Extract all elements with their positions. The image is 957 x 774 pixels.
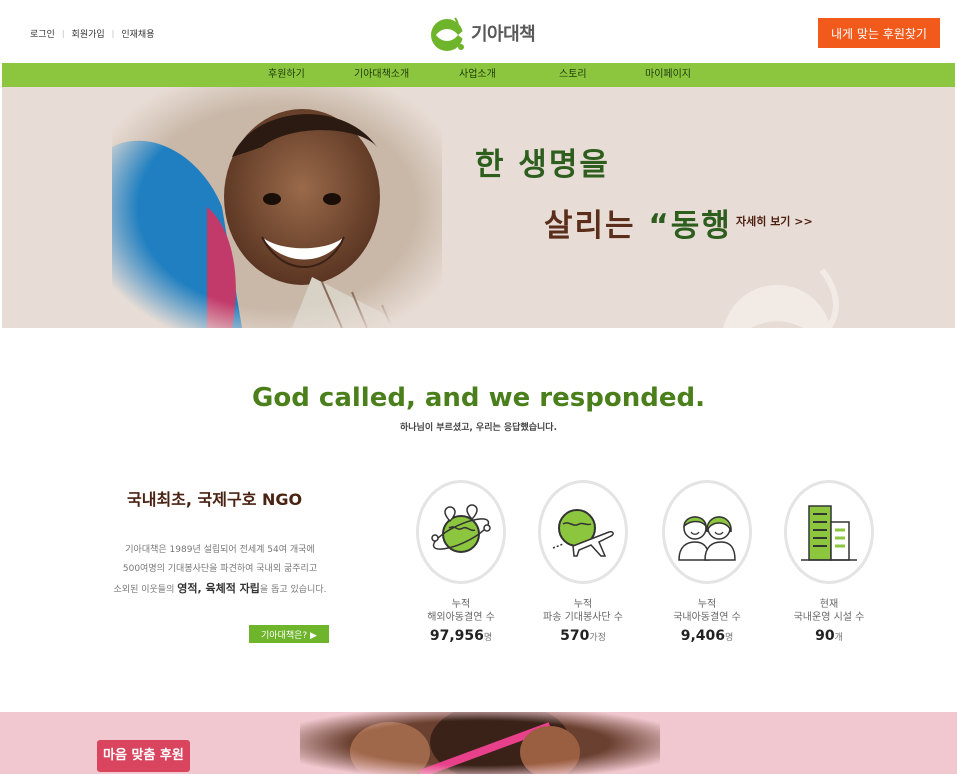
children-icon — [678, 516, 736, 561]
about-desc-text: 소외된 이웃들의 — [113, 585, 175, 595]
buildings-icon — [801, 505, 857, 561]
stat-overseas-children: 누적 해외아동결연 수 97,956명 — [401, 480, 521, 644]
separator: | — [111, 29, 115, 38]
stat-label: 국내아동결연 수 — [673, 612, 741, 623]
about-desc-text: 을 돕고 있습니다. — [259, 585, 327, 595]
stat-label-top: 누적 — [451, 599, 471, 610]
logo-text: 기아대책 — [471, 24, 536, 45]
bottom-sponsorship-banner: 마음 맞춤 후원 — [0, 712, 957, 774]
stat-icon-circle — [538, 480, 628, 584]
hero-headline-line2: 살리는 “동행 — [544, 200, 732, 245]
hero-more-link[interactable]: 자세히 보기 >> — [736, 213, 813, 229]
login-link[interactable]: 로그인 — [30, 27, 55, 40]
stat-number: 570 — [560, 628, 590, 644]
about-more-button[interactable]: 기아대책은? ▶ — [249, 625, 329, 643]
stat-value: 570가정 — [523, 628, 643, 644]
about-description: 기아대책은 1989년 설립되어 전세계 54여 개국에 500여명의 기대봉사… — [90, 541, 350, 600]
main-nav: 후원하기 기아대책소개 사업소개 스토리 마이페이지 — [2, 63, 955, 87]
hero-headline-quote: “동행 — [648, 208, 732, 244]
stat-number: 90 — [815, 628, 835, 644]
hero-banner: 한 생명을 살리는 “동행 자세히 보기 >> — [2, 87, 955, 328]
stat-label-top: 누적 — [573, 599, 593, 610]
bottom-child-photo — [300, 712, 660, 774]
stat-unit: 개 — [834, 633, 843, 643]
stat-icon-circle — [662, 480, 752, 584]
stat-unit: 명 — [725, 633, 734, 643]
globe-airplane-icon — [552, 509, 614, 557]
globe-network-icon — [431, 504, 491, 553]
about-desc-line: 기아대책은 1989년 설립되어 전세계 54여 개국에 — [125, 545, 315, 555]
fish-leaf-logo-icon — [431, 17, 464, 51]
find-sponsorship-button[interactable]: 내게 맞는 후원찾기 — [818, 18, 940, 48]
stat-icon-circle — [784, 480, 874, 584]
about-desc-line: 500여명의 기대봉사단을 파견하여 국내외 굶주리고 — [122, 564, 318, 574]
recruit-link[interactable]: 인재채용 — [121, 27, 154, 40]
nav-item-business[interactable]: 사업소개 — [459, 63, 496, 87]
heart-match-badge[interactable]: 마음 맞춤 후원 — [97, 740, 190, 772]
stat-number: 9,406 — [680, 628, 725, 644]
nav-item-about[interactable]: 기아대책소개 — [354, 63, 409, 87]
nav-item-donate[interactable]: 후원하기 — [268, 63, 305, 87]
stat-icon-circle — [416, 480, 506, 584]
nav-item-mypage[interactable]: 마이페이지 — [645, 63, 691, 87]
separator: | — [61, 29, 65, 38]
slogan-english: God called, and we responded. — [252, 383, 705, 413]
stat-value: 90개 — [769, 628, 889, 644]
logo-watermark-icon — [723, 268, 840, 328]
stat-label-top: 현재 — [819, 599, 839, 610]
about-desc-line: 소외된 이웃들의 영적, 육체적 자립을 돕고 있습니다. — [90, 579, 350, 600]
hero-child-photo — [112, 87, 442, 328]
stat-unit: 명 — [483, 633, 493, 643]
stat-volunteers: 누적 파송 기대봉사단 수 570가정 — [523, 480, 643, 644]
about-desc-emphasis: 영적, 육체적 자립 — [177, 582, 260, 595]
stat-label: 해외아동결연 수 — [427, 612, 495, 623]
slogan-korean: 하나님이 부르셨고, 우리는 응답했습니다. — [400, 423, 557, 433]
about-title: 국내최초, 국제구호 NGO — [127, 490, 303, 509]
hero-headline-text: 살리는 — [544, 208, 636, 244]
stat-label: 파송 기대봉사단 수 — [543, 612, 623, 623]
utility-links: 로그인 | 회원가입 | 인재채용 — [30, 27, 155, 40]
stat-unit: 가정 — [589, 633, 606, 643]
stat-number: 97,956 — [429, 628, 484, 644]
stat-value: 97,956명 — [401, 628, 521, 644]
stat-domestic-children: 누적 국내아동결연 수 9,406명 — [647, 480, 767, 644]
stat-label-top: 누적 — [697, 599, 717, 610]
hero-headline-line1: 한 생명을 — [475, 147, 610, 183]
stat-value: 9,406명 — [647, 628, 767, 644]
stat-label: 국내운영 시설 수 — [793, 612, 865, 623]
site-logo[interactable]: 기아대책 — [428, 14, 536, 52]
stat-facilities: 현재 국내운영 시설 수 90개 — [769, 480, 889, 644]
nav-item-story[interactable]: 스토리 — [559, 63, 587, 87]
signup-link[interactable]: 회원가입 — [72, 27, 105, 40]
top-header: 로그인 | 회원가입 | 인재채용 기아대책 내게 맞는 후원찾기 — [0, 0, 957, 63]
